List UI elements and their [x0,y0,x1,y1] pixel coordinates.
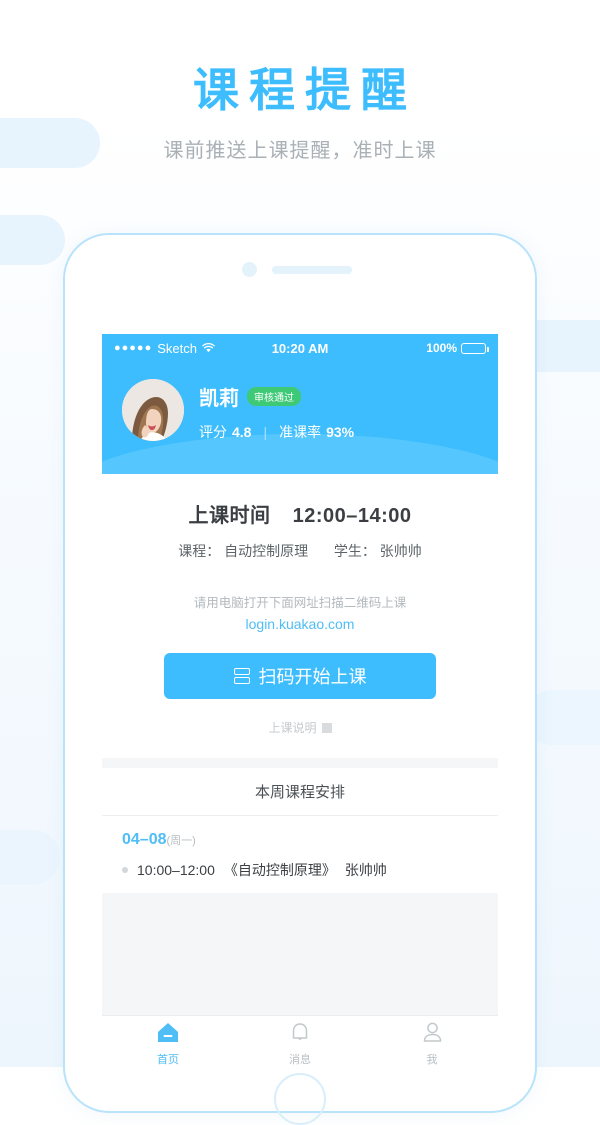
rating-value: 4.8 [232,424,252,440]
avatar[interactable] [122,379,184,441]
schedule-list: 04–08(周一) 10:00–12:00 《自动控制原理》 张帅帅 [102,816,498,893]
tab-profile-label: 我 [426,1053,438,1066]
attendance-value: 93% [326,424,355,440]
schedule-header: 本周课程安排 [102,768,498,816]
tab-profile[interactable]: 我 [366,1016,498,1072]
status-bar-time: 10:20 AM [271,340,329,356]
class-meta-row: 课程： 自动控制原理 学生： 张帅帅 [102,541,498,561]
student-value: 张帅帅 [379,543,422,559]
schedule-date: 04–08 [122,831,167,848]
speaker-grille [272,266,352,274]
scan-start-class-button[interactable]: 扫码开始上课 [164,653,436,699]
profile-header: 凯莉 审核通过 评分 4.8 | 准课率 93% [102,362,498,474]
bell-icon [290,1022,310,1048]
camera-icon [242,262,257,277]
person-icon [422,1022,443,1048]
page-subtitle: 课前推送上课提醒，准时上课 [163,139,437,162]
profile-name: 凯莉 [199,388,239,410]
schedule-item-course: 《自动控制原理》 [223,862,336,878]
battery-icon [461,342,489,354]
student-label: 学生： [333,543,376,559]
schedule-date-row: 04–08(周一) [122,831,478,849]
profile-stats: 评分 4.8 | 准课率 93% [199,422,354,442]
status-bar-left: ●●●●● Sketch [114,341,238,356]
schedule-item-student: 张帅帅 [344,862,387,878]
scan-button-label: 扫码开始上课 [258,667,367,687]
wifi-icon [202,341,215,356]
class-instructions-link[interactable]: 上课说明 [102,719,498,736]
phone-top-bezel [65,235,535,300]
placeholder-square-icon [321,722,332,733]
tab-messages-label: 消息 [289,1053,311,1066]
battery-percent-label: 100% [426,341,457,355]
class-card: 上课时间 12:00–14:00 课程： 自动控制原理 学生： 张帅帅 请用电脑… [102,474,498,758]
signal-dots-icon: ●●●●● [114,342,153,354]
class-time-row: 上课时间 12:00–14:00 [102,499,498,528]
class-time-value: 12:00–14:00 [292,505,412,527]
tab-messages[interactable]: 消息 [234,1016,366,1072]
status-bar-right: 100% [362,341,489,355]
bottom-tab-bar: 首页 消息 我 [102,1015,498,1072]
page-title: 课程提醒 [193,64,417,116]
rating-label: 评分 [199,424,227,440]
status-bar: ●●●●● Sketch 10:20 AM 100% [102,334,498,362]
headline-block: 课程提醒 课前推送上课提醒，准时上课 [0,62,600,163]
attendance-label: 准课率 [279,424,322,440]
class-instructions-label: 上课说明 [268,721,317,735]
phone-screen: ●●●●● Sketch 10:20 AM 100% 凯莉 审核通过 评分 4.… [102,334,498,1072]
phone-mockup: ●●●●● Sketch 10:20 AM 100% 凯莉 审核通过 评分 4.… [63,233,537,1125]
tab-home-label: 首页 [157,1053,179,1066]
schedule-item-time: 10:00–12:00 [137,862,215,878]
scan-hint: 请用电脑打开下面网址扫描二维码上课 [193,596,407,610]
course-label: 课程： [178,543,221,559]
stat-divider: | [263,424,268,440]
course-value: 自动控制原理 [224,543,309,559]
profile-name-row: 凯莉 审核通过 [199,382,354,411]
tab-home[interactable]: 首页 [102,1016,234,1072]
status-badge: 审核通过 [247,387,301,406]
bullet-icon [122,867,128,873]
home-button[interactable] [274,1073,326,1125]
class-time-label: 上课时间 [188,505,271,527]
scan-icon [233,668,250,684]
profile-info: 凯莉 审核通过 评分 4.8 | 准课率 93% [199,379,354,442]
home-icon [157,1022,179,1048]
decoration-bar-left-3 [0,830,60,885]
schedule-weekday: (周一) [166,835,196,847]
decoration-bar-left-2 [0,215,65,265]
carrier-label: Sketch [157,340,197,356]
list-item[interactable]: 10:00–12:00 《自动控制原理》 张帅帅 [122,860,478,880]
login-url-link[interactable]: login.kuakao.com [102,616,498,632]
